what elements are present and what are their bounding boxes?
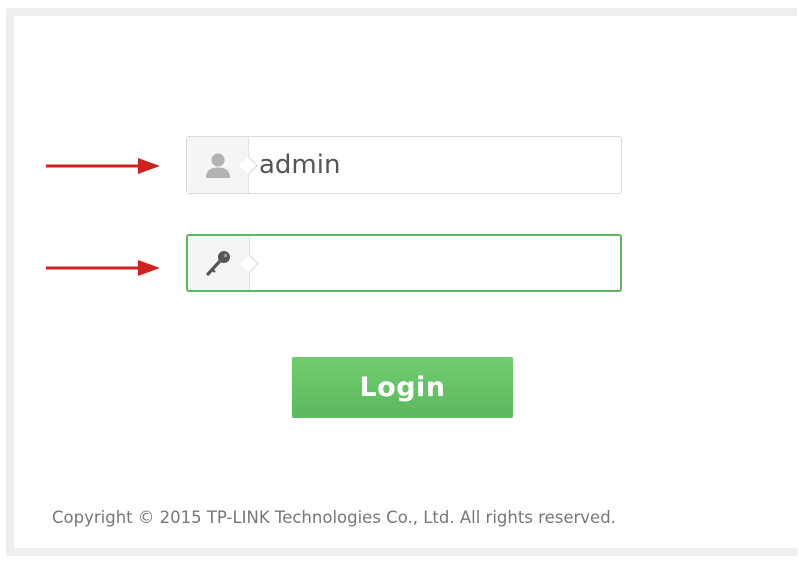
password-icon-cell: [188, 236, 250, 290]
key-icon: [206, 251, 230, 276]
username-input[interactable]: [259, 137, 609, 193]
login-button[interactable]: Login: [292, 357, 513, 418]
password-field[interactable]: [186, 234, 622, 292]
user-icon: [206, 153, 230, 178]
annotation-arrow-password: [46, 260, 160, 276]
username-icon-cell: [187, 137, 249, 193]
username-field[interactable]: [186, 136, 622, 194]
copyright-text: Copyright © 2015 TP-LINK Technologies Co…: [52, 508, 616, 527]
login-page: Login Copyright © 2015 TP-LINK Technolog…: [0, 0, 799, 563]
password-input[interactable]: [260, 236, 610, 290]
annotation-arrow-username: [46, 158, 160, 174]
